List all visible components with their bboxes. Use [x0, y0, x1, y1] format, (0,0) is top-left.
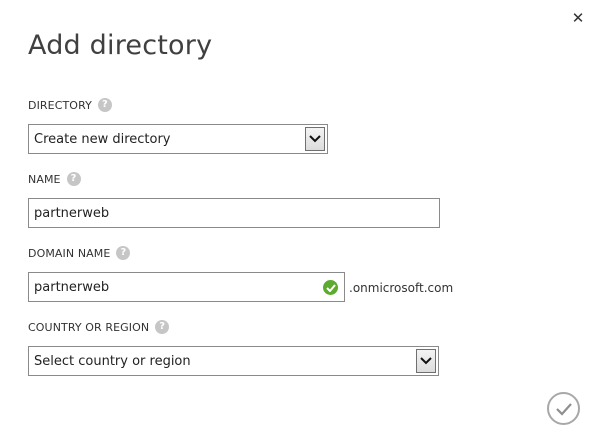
name-label-row: NAME ?	[28, 172, 81, 186]
directory-label: DIRECTORY	[28, 98, 92, 112]
country-select-value: Select country or region	[34, 353, 191, 369]
domain-suffix: .onmicrosoft.com	[349, 281, 454, 295]
domain-name-input[interactable]: partnerweb	[28, 272, 345, 302]
name-help-icon[interactable]: ?	[66, 172, 81, 186]
domain-name-label-row: DOMAIN NAME ?	[28, 246, 131, 260]
directory-label-row: DIRECTORY ?	[28, 98, 112, 112]
add-directory-dialog: ✕ Add directory DIRECTORY ? Create new d…	[0, 0, 595, 444]
country-select[interactable]: Select country or region	[28, 346, 439, 376]
country-label: COUNTRY OR REGION	[28, 320, 150, 334]
close-icon: ✕	[571, 9, 585, 27]
directory-help-icon[interactable]: ?	[97, 98, 112, 112]
country-label-row: COUNTRY OR REGION ?	[28, 320, 170, 334]
submit-button[interactable]	[547, 392, 580, 425]
directory-select[interactable]: Create new directory	[28, 124, 328, 154]
chevron-down-icon[interactable]	[416, 349, 436, 373]
domain-name-input-value: partnerweb	[34, 279, 110, 295]
name-input[interactable]: partnerweb	[28, 198, 440, 228]
chevron-down-icon[interactable]	[305, 127, 325, 151]
domain-name-label: DOMAIN NAME	[28, 246, 111, 260]
country-help-icon[interactable]: ?	[155, 320, 170, 334]
directory-select-value: Create new directory	[34, 131, 171, 147]
name-input-value: partnerweb	[34, 205, 110, 221]
checkmark-icon	[555, 402, 572, 416]
name-label: NAME	[28, 172, 61, 186]
checkmark-icon	[323, 280, 338, 295]
dialog-title: Add directory	[28, 30, 213, 61]
close-button[interactable]: ✕	[568, 8, 588, 28]
domain-name-help-icon[interactable]: ?	[116, 246, 131, 260]
